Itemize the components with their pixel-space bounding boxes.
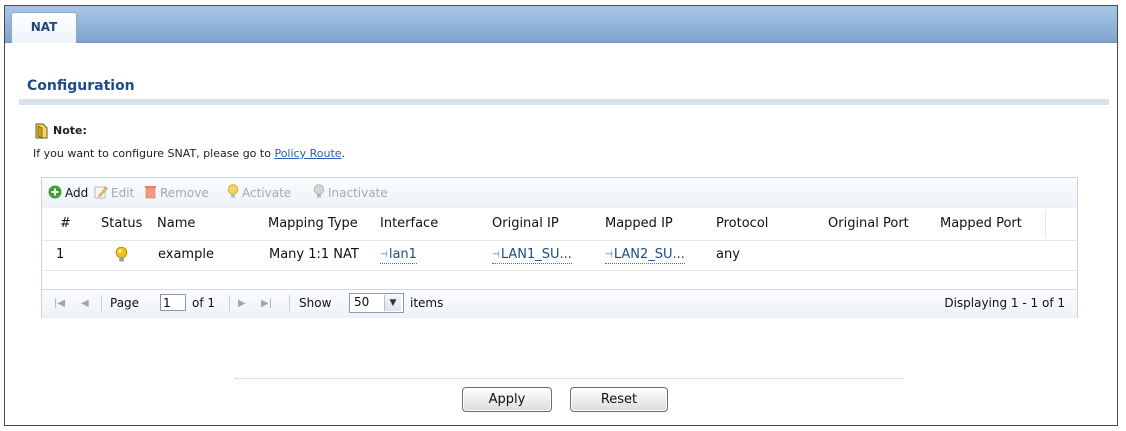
displaying-count: Displaying 1 - 1 of 1 xyxy=(944,296,1065,310)
object-icon: ⊣ xyxy=(605,249,613,260)
last-page-icon[interactable]: ▶| xyxy=(261,298,272,309)
lightbulb-icon xyxy=(227,184,239,202)
lightbulb-off-icon xyxy=(313,184,325,202)
edit-label: Edit xyxy=(111,186,135,200)
table-toolbar: Add Edit Remove Activate Inactivate xyxy=(42,178,1077,209)
row-original-ip-link[interactable]: ⊣LAN1_SU... xyxy=(492,247,572,264)
object-icon: ⊣ xyxy=(380,249,388,260)
note-text: If you want to configure SNAT, please go… xyxy=(33,147,345,160)
column-header-status[interactable]: Status xyxy=(101,216,142,231)
pager-separator xyxy=(289,295,290,312)
row-mapped-ip-link[interactable]: ⊣LAN2_SU... xyxy=(605,247,685,264)
previous-page-icon[interactable]: ◀ xyxy=(81,298,89,309)
row-mapping-type: Many 1:1 NAT xyxy=(269,247,359,262)
add-button[interactable]: Add xyxy=(48,185,88,201)
pager-separator xyxy=(101,295,102,312)
section-divider xyxy=(19,99,1109,105)
nat-rule-table: Add Edit Remove Activate Inactivate # St… xyxy=(41,177,1078,318)
column-header-original-ip[interactable]: Original IP xyxy=(492,216,559,231)
row-original-ip: LAN1_SU... xyxy=(500,247,572,262)
section-title: Configuration xyxy=(27,78,135,94)
object-icon: ⊣ xyxy=(492,249,500,260)
note-title: Note: xyxy=(53,124,87,137)
note-icon xyxy=(33,122,51,144)
remove-label: Remove xyxy=(160,186,209,200)
activate-button[interactable]: Activate xyxy=(227,184,292,202)
tab-bar: NAT xyxy=(5,6,1117,43)
edit-button[interactable]: Edit xyxy=(94,185,134,201)
add-icon xyxy=(48,185,62,202)
status-lightbulb-icon xyxy=(115,246,128,267)
column-header-interface[interactable]: Interface xyxy=(380,216,438,231)
button-area-divider xyxy=(235,378,903,380)
table-row[interactable]: 1 example Many 1:1 NAT ⊣lan1 ⊣LAN1_SU...… xyxy=(42,240,1077,271)
edit-icon xyxy=(94,185,108,202)
pager-separator xyxy=(229,295,230,312)
table-header: # Status Name Mapping Type Interface Ori… xyxy=(42,208,1077,241)
trash-icon xyxy=(144,185,157,202)
next-page-icon[interactable]: ▶ xyxy=(238,298,246,309)
row-name: example xyxy=(158,247,214,262)
page-count-label: of 1 xyxy=(192,296,216,310)
items-per-page-select[interactable]: 50 ▼ xyxy=(349,293,404,313)
tab-nat[interactable]: NAT xyxy=(11,12,77,43)
row-interface: lan1 xyxy=(388,247,417,262)
note-text-suffix: . xyxy=(341,147,346,160)
note-text-body: If you want to configure SNAT, please go… xyxy=(33,147,275,160)
row-protocol: any xyxy=(716,247,740,262)
column-header-mapping-type[interactable]: Mapping Type xyxy=(268,216,358,231)
items-label: items xyxy=(410,296,444,310)
apply-button[interactable]: Apply xyxy=(462,387,552,412)
row-mapped-ip: LAN2_SU... xyxy=(613,247,685,262)
show-label: Show xyxy=(299,296,332,310)
add-label: Add xyxy=(65,186,89,200)
column-header-mapped-port[interactable]: Mapped Port xyxy=(940,216,1022,231)
items-per-page-value: 50 xyxy=(354,295,370,309)
inactivate-label: Inactivate xyxy=(328,186,388,200)
column-header-original-port[interactable]: Original Port xyxy=(828,216,909,231)
remove-button[interactable]: Remove xyxy=(144,185,209,201)
column-header-index[interactable]: # xyxy=(60,216,71,231)
nat-panel: NAT Configuration Note: If you want to c… xyxy=(4,5,1118,426)
page-number-input[interactable] xyxy=(160,294,186,311)
pagination-bar: |◀ ◀ Page of 1 ▶ ▶| Show 50 ▼ items Disp… xyxy=(42,289,1077,318)
column-header-name[interactable]: Name xyxy=(157,216,195,231)
row-index: 1 xyxy=(56,247,65,262)
activate-label: Activate xyxy=(242,186,292,200)
column-header-mapped-ip[interactable]: Mapped IP xyxy=(605,216,673,231)
column-header-protocol[interactable]: Protocol xyxy=(716,216,768,231)
inactivate-button[interactable]: Inactivate xyxy=(313,184,388,202)
column-separator xyxy=(1045,210,1046,238)
row-interface-link[interactable]: ⊣lan1 xyxy=(380,247,417,264)
page-label: Page xyxy=(110,296,140,310)
first-page-icon[interactable]: |◀ xyxy=(54,298,65,309)
reset-button[interactable]: Reset xyxy=(570,387,668,412)
chevron-down-icon[interactable]: ▼ xyxy=(384,295,401,311)
policy-route-link[interactable]: Policy Route xyxy=(274,147,341,160)
